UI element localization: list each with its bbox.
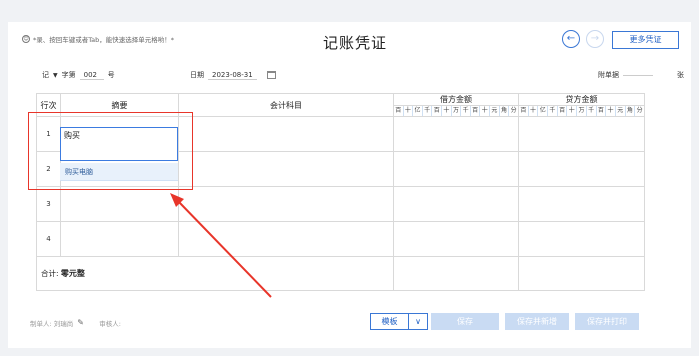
chevron-down-icon[interactable]: ∨ [409, 314, 427, 329]
debit-cell[interactable] [393, 151, 519, 187]
attachments-label: 附单据 [598, 71, 619, 79]
maker-label: 制单人: 刘瑞尚 [30, 320, 74, 328]
reviewer-label: 审核人: [99, 320, 121, 328]
digit-label: 角 [500, 106, 510, 116]
credit-total-cell [518, 256, 645, 291]
col-header-debit: 借方金额 [393, 93, 519, 106]
voucher-number-row: 记 ▼ 字第 002 号 [42, 70, 115, 80]
digit-label: 十 [480, 106, 491, 116]
attachments-row: 附单据 张 [598, 70, 684, 80]
account-cell[interactable] [178, 116, 394, 152]
digit-label: 百 [471, 106, 481, 116]
summary-cell[interactable] [60, 221, 179, 257]
hint-row: ☺ *录、按回车键或者Tab，能快速选择单元格哟！* [22, 34, 174, 44]
digit-label: 百 [558, 106, 568, 116]
date-row: 日期 2023-08-31 [190, 70, 276, 80]
hint-text: *录、按回车键或者Tab，能快速选择单元格哟！* [33, 36, 175, 44]
credit-digit-header: 百十亿千百十万千百十元角分 [519, 106, 644, 116]
digit-label: 千 [423, 106, 433, 116]
debit-cell[interactable] [393, 116, 519, 152]
digit-label: 亿 [413, 106, 423, 116]
digit-label: 十 [442, 106, 452, 116]
account-cell[interactable] [178, 186, 394, 222]
credit-cell[interactable] [518, 221, 645, 257]
debit-cell[interactable] [393, 186, 519, 222]
next-voucher-icon[interactable]: → [586, 30, 604, 48]
digit-label: 十 [606, 106, 616, 116]
account-cell[interactable] [178, 151, 394, 187]
voucher-number-input[interactable]: 002 [79, 71, 104, 80]
digit-label: 亿 [538, 106, 549, 116]
page-title: 记账凭证 [323, 34, 388, 52]
digit-label: 元 [490, 106, 500, 116]
edit-pencil-icon[interactable]: ✎ [77, 319, 85, 327]
digit-label: 元 [616, 106, 626, 116]
save-new-button[interactable]: 保存并新增 [505, 313, 569, 330]
digit-label: 万 [577, 106, 587, 116]
row-number: 3 [36, 186, 61, 222]
template-button-group: 模板 ∨ [370, 313, 428, 330]
credit-cell[interactable] [518, 186, 645, 222]
row-number: 4 [36, 221, 61, 257]
digit-label: 百 [394, 106, 404, 116]
voucher-word-select[interactable]: 记 [42, 70, 49, 80]
more-vouchers-button[interactable]: 更多凭证 [612, 31, 679, 49]
save-print-button[interactable]: 保存并打印 [575, 313, 639, 330]
summary-cell[interactable] [60, 186, 179, 222]
calendar-icon[interactable] [266, 71, 276, 79]
digit-label: 百 [597, 106, 607, 116]
save-button[interactable]: 保存 [431, 313, 499, 330]
table-row: 3 [36, 186, 645, 222]
col-header-credit: 贷方金额 [518, 93, 645, 106]
digit-label: 千 [461, 106, 471, 116]
total-row: 合计: 零元整 [36, 256, 645, 291]
digit-label: 角 [626, 106, 636, 116]
prev-voucher-icon[interactable]: ← [562, 30, 580, 48]
highlight-box [28, 112, 193, 190]
date-input[interactable]: 2023-08-31 [208, 71, 257, 80]
smile-icon: ☺ [22, 35, 30, 43]
attachments-unit: 张 [677, 71, 684, 79]
footer-maker: 制单人: 刘瑞尚 ✎ 审核人: [30, 318, 121, 329]
digit-label: 十 [529, 106, 539, 116]
digit-label: 分 [510, 107, 517, 114]
account-cell[interactable] [178, 221, 394, 257]
total-value: 零元整 [60, 269, 85, 278]
digit-label: 百 [519, 106, 529, 116]
total-cell: 合计: 零元整 [36, 256, 394, 291]
template-button[interactable]: 模板 [371, 314, 409, 329]
debit-digit-header: 百十亿千百十万千百十元角分 [394, 106, 518, 116]
word-label: 字第 [61, 71, 76, 79]
total-label: 合计: [41, 269, 59, 278]
table-row: 4 [36, 221, 645, 257]
digit-label: 万 [452, 106, 462, 116]
digit-label: 十 [404, 106, 414, 116]
digit-label: 分 [636, 107, 643, 114]
digit-label: 千 [587, 106, 597, 116]
number-suffix: 号 [107, 71, 115, 79]
chevron-down-icon[interactable]: ▼ [53, 72, 58, 79]
attachments-input[interactable] [623, 74, 653, 76]
credit-cell[interactable] [518, 151, 645, 187]
credit-cell[interactable] [518, 116, 645, 152]
date-label: 日期 [190, 71, 204, 79]
digit-label: 百 [432, 106, 443, 116]
debit-cell[interactable] [393, 221, 519, 257]
digit-label: 十 [567, 106, 578, 116]
debit-total-cell [393, 256, 519, 291]
digit-label: 千 [548, 106, 558, 116]
col-header-account: 会计科目 [178, 93, 394, 117]
